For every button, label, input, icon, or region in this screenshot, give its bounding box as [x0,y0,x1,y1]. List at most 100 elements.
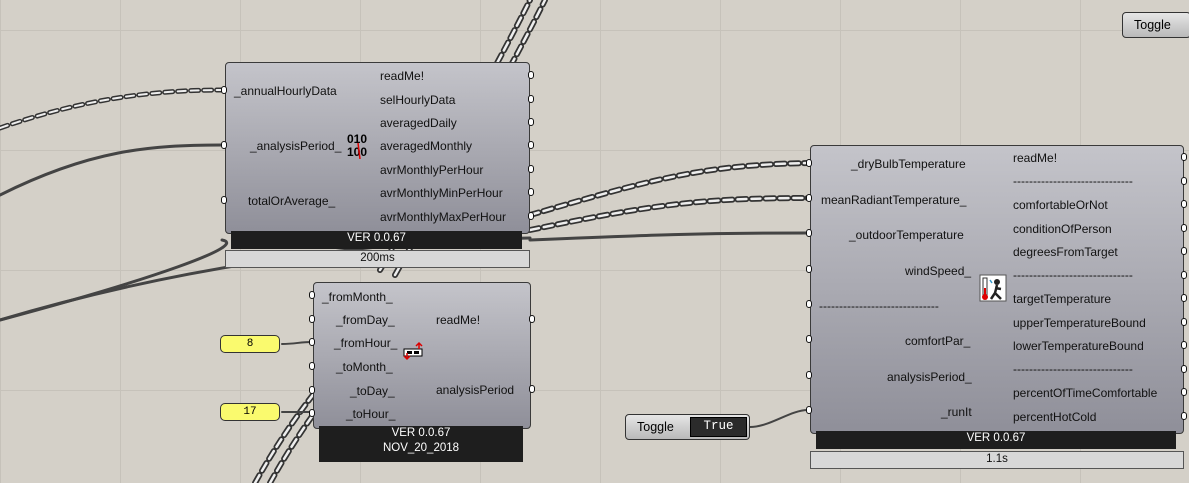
input-analysis-period: analysisPeriod_ [887,370,972,384]
port-in-total[interactable] [221,196,227,204]
port-out-12[interactable] [1181,412,1187,420]
input-wind-speed: windSpeed_ [905,264,972,278]
svg-text:100: 100 [347,145,367,159]
port-in-to-day[interactable] [309,386,315,394]
person-thermometer-icon [979,274,1007,302]
port-out-readme[interactable] [528,71,534,79]
port-out-8[interactable] [1181,318,1187,326]
thermal-comfort-component[interactable]: _dryBulbTemperature meanRadiantTemperatu… [810,145,1184,434]
binary-data-icon: 010 100 [347,132,367,159]
input-to-day: _toDay_ [350,384,395,398]
port-in-to-hour[interactable] [309,409,315,417]
version-label: VER 0.0.67 [391,427,451,439]
output-sel-hourly-data: selHourlyData [380,93,456,107]
output-readme: readMe! [1013,151,1058,165]
analysis-period-component[interactable]: _fromMonth_ _fromDay_ _fromHour_ _toMont… [313,282,531,429]
version-bar: VER 0.0.67 NOV_20_2018 [319,426,523,462]
port-in-from-hour[interactable] [309,338,315,346]
output-lower-temperature-bound: lowerTemperatureBound [1013,339,1144,353]
port-out-sel[interactable] [528,95,534,103]
average-data-component[interactable]: _annualHourlyData _analysisPeriod_ total… [225,62,530,234]
version-bar: VER 0.0.67 [816,431,1176,449]
input-comfort-par: comfortPar_ [905,334,971,348]
port-out-11[interactable] [1181,388,1187,396]
port-out-10[interactable] [1181,365,1187,373]
port-out-analysis-period[interactable] [529,385,535,393]
input-analysis-period: _analysisPeriod_ [250,139,342,153]
port-out-1[interactable] [1181,153,1187,161]
output-averaged-monthly: averagedMonthly [380,139,473,153]
port-out-2[interactable] [1181,177,1187,185]
port-in-sep[interactable] [806,300,812,308]
input-total-or-average: totalOrAverage_ [248,194,336,208]
wire-analysis-period [0,143,224,197]
port-in-annual[interactable] [221,86,227,94]
toggle-label: Toggle [1134,18,1171,32]
input-from-hour: _fromHour_ [334,336,398,350]
run-toggle[interactable]: Toggle True [625,414,750,440]
port-out-min[interactable] [528,188,534,196]
port-in-period[interactable] [806,371,812,379]
output-degrees-from-target: degreesFromTarget [1013,245,1118,259]
input-dry-bulb: _dryBulbTemperature [851,157,966,171]
port-out-5[interactable] [1181,247,1187,255]
port-in-from-day[interactable] [309,315,315,323]
from-hour-panel[interactable]: 8 [220,335,280,353]
toggle-top-right[interactable]: Toggle [1122,12,1189,38]
output-readme: readMe! [436,313,481,327]
output-target-temperature: targetTemperature [1013,292,1112,306]
to-hour-panel[interactable]: 17 [220,403,280,421]
input-from-day: _fromDay_ [336,313,395,327]
output-averaged-daily: averagedDaily [380,116,457,130]
port-in-to-month[interactable] [309,362,315,370]
output-condition-of-person: conditionOfPerson [1013,222,1112,236]
port-in-dry-bulb[interactable] [806,159,812,167]
port-out-readme[interactable] [529,315,535,323]
output-avr-monthly-per-hour: avrMonthlyPerHour [380,163,484,177]
port-out-monthly[interactable] [528,141,534,149]
wire-annual-data [0,87,225,131]
port-out-daily[interactable] [528,118,534,126]
input-run-it: _runIt [941,405,972,419]
input-separator: ------------------------------ [819,299,939,313]
svg-text:010: 010 [347,132,367,146]
output-readme: readMe! [380,69,425,83]
port-out-9[interactable] [1181,341,1187,349]
output-percent-hot-cold: percentHotCold [1013,410,1097,424]
output-separator-3: ------------------------------ [1013,362,1133,376]
port-in-mean-radiant[interactable] [806,194,812,202]
port-out-7[interactable] [1181,294,1187,302]
port-out-6[interactable] [1181,271,1187,279]
port-in-outdoor[interactable] [806,229,812,237]
date-label: NOV_20_2018 [382,442,460,454]
toggle-label: Toggle [637,420,674,434]
output-separator-2: ------------------------------ [1013,268,1133,282]
input-mean-radiant: meanRadiantTemperature_ [821,193,967,207]
output-separator-1: ------------------------------ [1013,174,1133,188]
port-out-max[interactable] [528,212,534,220]
port-out-4[interactable] [1181,224,1187,232]
port-in-comfort-par[interactable] [806,335,812,343]
input-to-month: _toMonth_ [336,360,393,374]
output-avr-monthly-min-per-hour: avrMonthlyMinPerHour [380,186,503,200]
wire-bottom-left [0,238,229,322]
profiler-bar: 1.1s [810,451,1184,469]
output-upper-temperature-bound: upperTemperatureBound [1013,316,1146,330]
input-annual-hourly-data: _annualHourlyData [234,84,337,98]
output-comfortable-or-not: comfortableOrNot [1013,198,1108,212]
output-percent-time-comfortable: percentOfTimeComfortable [1013,386,1158,400]
toggle-value[interactable]: True [690,417,747,437]
port-out-3[interactable] [1181,200,1187,208]
port-in-run[interactable] [806,406,812,414]
period-arrows-icon [403,341,423,361]
output-analysis-period: analysisPeriod [436,383,515,397]
port-in-from-month[interactable] [309,291,315,299]
output-avr-monthly-max-per-hour: avrMonthlyMaxPerHour [380,210,507,224]
input-to-hour: _toHour_ [346,407,396,421]
profiler-bar: 200ms [225,250,530,268]
version-bar: VER 0.0.67 [231,231,522,249]
input-outdoor-temp: _outdoorTemperature [849,228,964,242]
port-in-wind[interactable] [806,265,812,273]
port-in-period[interactable] [221,141,227,149]
port-out-per-hour[interactable] [528,165,534,173]
